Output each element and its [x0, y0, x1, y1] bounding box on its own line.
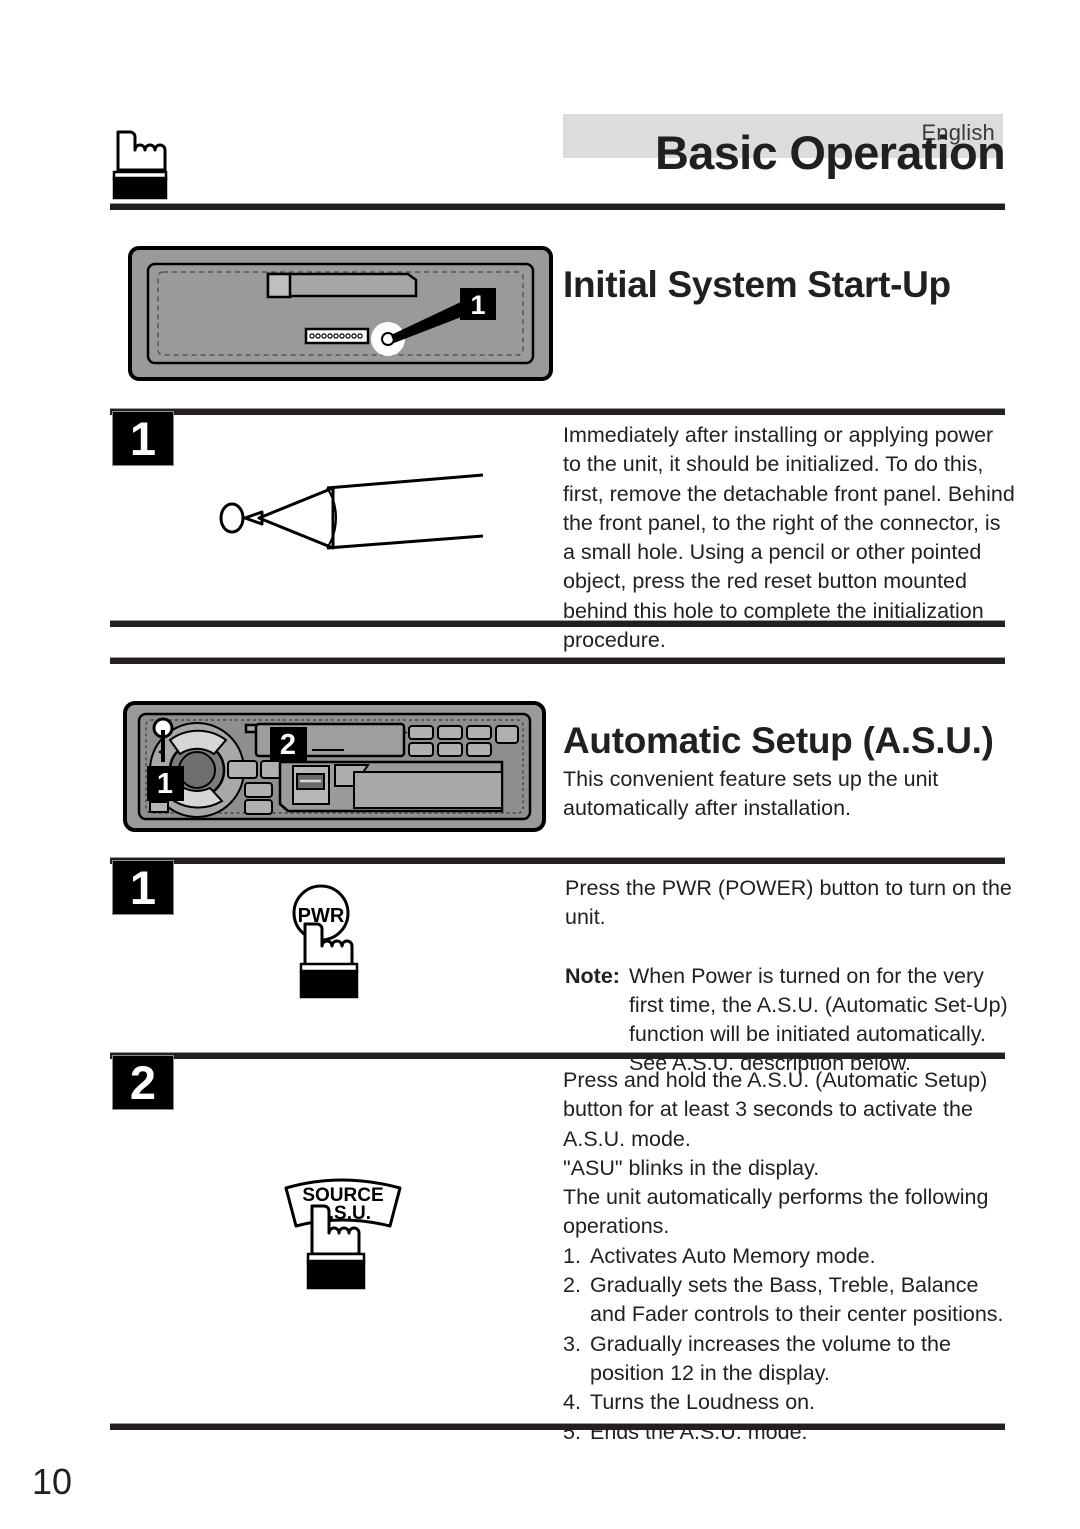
step-2-asu-text-block: Press and hold the A.S.U. (Automatic Set… [563, 1066, 1015, 1447]
divider-rule [110, 1423, 1005, 1430]
step-1-asu-text: Press the PWR (POWER) button to turn on … [565, 876, 1012, 930]
note-block: Note: When Power is turned on for the ve… [565, 962, 1015, 1079]
automatic-setup-description: This convenient feature sets up the unit… [563, 767, 939, 821]
page-title: Basic Operation [655, 126, 1006, 179]
step-2-asu-text: Press and hold the A.S.U. (Automatic Set… [563, 1068, 989, 1239]
list-item-number: 3. [563, 1331, 581, 1356]
step-badge-2-asu: 2 [112, 1055, 174, 1110]
list-item: 4. Turns the Loudness on. [563, 1388, 1015, 1417]
pointing-hand-icon [104, 128, 178, 200]
svg-text:1: 1 [157, 768, 173, 800]
divider-rule [110, 657, 1005, 664]
svg-text:2: 2 [280, 729, 296, 761]
step-badge-1-initial: 1 [112, 411, 174, 466]
list-item: 2. Gradually sets the Bass, Treble, Bala… [563, 1271, 1015, 1330]
divider-rule [110, 857, 1005, 864]
divider-rule [110, 203, 1005, 210]
list-item: 5. Ends the A.S.U. mode. [563, 1418, 1015, 1447]
list-item-number: 5. [563, 1419, 581, 1444]
source-asu-button-press-illustration: SOURCE A.S.U. [278, 1168, 408, 1301]
divider-rule [110, 1052, 1005, 1059]
head-unit-rear-chassis-illustration: 1 [128, 246, 553, 386]
list-item-text: Activates Auto Memory mode. [590, 1243, 876, 1268]
list-item-number: 2. [563, 1273, 581, 1298]
divider-rule [110, 408, 1005, 415]
note-text: When Power is turned on for the very fir… [628, 963, 1008, 1076]
list-item-number: 4. [563, 1390, 581, 1415]
page-number: 10 [32, 1461, 73, 1502]
list-item-text: Ends the A.S.U. mode. [590, 1419, 808, 1444]
asu-operations-list: 1. Activates Auto Memory mode. 2. Gradua… [563, 1242, 1015, 1447]
document-page: English Basic Operation Initial System S… [0, 0, 1080, 1529]
pencil-pointed-object-illustration [215, 470, 485, 570]
list-item-number: 1. [563, 1243, 581, 1268]
list-item-text: Gradually increases the volume to the po… [590, 1331, 951, 1385]
section-heading-initial-start-up: Initial System Start-Up [563, 264, 951, 305]
divider-rule [110, 620, 1005, 627]
pwr-button-press-illustration: PWR [283, 884, 393, 1011]
list-item: 1. Activates Auto Memory mode. [563, 1242, 1015, 1271]
list-item-text: Turns the Loudness on. [590, 1390, 816, 1415]
section-heading-automatic-setup: Automatic Setup (A.S.U.) [563, 720, 994, 761]
step-badge-1-asu: 1 [112, 860, 174, 915]
note-label: Note: [565, 963, 620, 988]
list-item: 3. Gradually increases the volume to the… [563, 1330, 1015, 1389]
svg-text:1: 1 [470, 290, 485, 320]
list-item-text: Gradually sets the Bass, Treble, Balance… [590, 1273, 1004, 1327]
head-unit-front-panel-illustration: 2 1 [122, 700, 547, 838]
step-1-asu-text-block: Press the PWR (POWER) button to turn on … [565, 874, 1015, 1079]
